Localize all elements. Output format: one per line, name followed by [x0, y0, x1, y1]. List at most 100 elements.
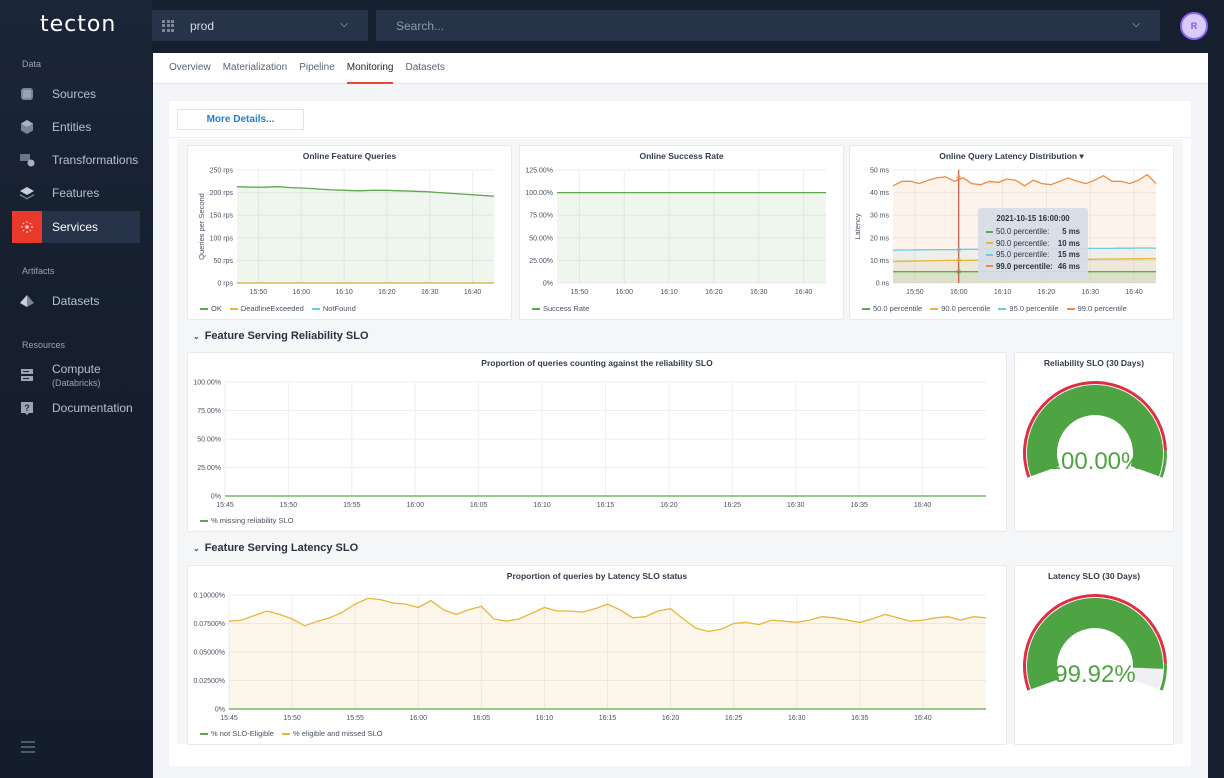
sidebar-item-features[interactable]: Features: [12, 177, 140, 209]
tooltip-row: 90.0 percentile: 10 ms: [986, 239, 1080, 248]
y-tick-label: 75.00%: [197, 408, 221, 415]
y-tick-label: 100 rps: [210, 235, 234, 242]
layers-icon: [12, 177, 42, 209]
y-tick-label: 150 rps: [210, 213, 234, 220]
more-details-button[interactable]: More Details...: [177, 109, 304, 130]
x-tick-label: 16:20: [705, 289, 723, 296]
sidebar-item-entities[interactable]: Entities: [12, 111, 140, 143]
x-tick-label: 16:10: [335, 289, 353, 296]
series-area: [229, 598, 986, 709]
chart-online-feature-queries[interactable]: 0 rps 50 rps 100 rps 150 rps 200 rps 250 rps 1…: [188, 146, 513, 321]
database-icon: [12, 78, 42, 110]
tab-pipeline[interactable]: Pipeline: [299, 53, 335, 84]
x-tick-label: 16:30: [750, 289, 768, 296]
x-tick-label: 15:50: [571, 289, 589, 296]
tab-monitoring[interactable]: Monitoring: [346, 53, 394, 84]
legend-item[interactable]: NotFound: [311, 304, 356, 313]
legend-item[interactable]: % eligible and missed SLO: [281, 729, 383, 738]
x-tick-label: 16:25: [724, 502, 742, 509]
legend-swatch: [229, 307, 238, 310]
sidebar-item-sources[interactable]: Sources: [12, 78, 140, 110]
chart-legend: Success Rate: [532, 304, 589, 313]
legend-label: OK: [211, 304, 222, 313]
legend-item[interactable]: % not SLO-Eligible: [200, 729, 274, 738]
legend-label: NotFound: [322, 304, 356, 313]
environment-name: prod: [190, 18, 215, 33]
chart-online-success-rate[interactable]: 0% 25.00% 50.00% 75.00% 100.00% 125.00% 15:50 1…: [520, 146, 845, 321]
chart-tooltip: 2021-10-15 16:00:00 50.0 percentile: 5 ms…: [978, 208, 1088, 279]
tab-materialization[interactable]: Materialization: [223, 53, 287, 84]
sidebar-item-label: Transformations: [52, 153, 139, 167]
chart-latency-slo-proportion[interactable]: 0% 0.02500% 0.05000% 0.07500% 0.10000% 15:45 1…: [188, 566, 1008, 746]
legend-item[interactable]: 90.0 percentile: [930, 304, 990, 313]
x-tick-label: 15:50: [283, 715, 301, 722]
row-header-latency-slo[interactable]: ⌄ Feature Serving Latency SLO: [193, 542, 358, 554]
x-tick-label: 16:40: [464, 289, 482, 296]
user-avatar[interactable]: R: [1180, 12, 1208, 40]
sidebar-item-datasets[interactable]: Datasets: [12, 285, 140, 317]
chevron-down-icon[interactable]: ⌵: [1132, 19, 1140, 30]
tab-datasets[interactable]: Datasets: [405, 53, 444, 84]
legend-label: 50.0 percentile: [873, 304, 923, 313]
legend-item[interactable]: 50.0 percentile: [862, 304, 922, 313]
legend-item[interactable]: % missing reliability SLO: [200, 516, 294, 525]
x-tick-label: 15:50: [906, 289, 924, 296]
search-input[interactable]: Search... ⌵: [376, 10, 1160, 41]
panel-online-feature-queries: Online Feature Queries 0 rps 50 rps 100 rp…: [187, 145, 512, 320]
y-tick-label: 10 ms: [870, 258, 890, 265]
x-tick-label: 16:10: [533, 502, 551, 509]
section-label-resources: Resources: [22, 340, 66, 350]
chevron-down-icon: ⌄: [193, 332, 200, 341]
y-tick-label: 0%: [543, 281, 553, 288]
legend-item[interactable]: 99.0 percentile: [1066, 304, 1127, 313]
tab-overview[interactable]: Overview: [169, 53, 211, 84]
dashboard: More Details... Online Feature Queries 0…: [169, 101, 1191, 766]
y-tick-label: 125.00%: [525, 168, 553, 175]
x-tick-label: 16:20: [1038, 289, 1056, 296]
y-axis-label: Queries per Second: [197, 193, 206, 260]
sidebar-item-label: Documentation: [52, 401, 133, 415]
legend-item[interactable]: Success Rate: [532, 304, 589, 313]
legend-swatch: [200, 732, 208, 735]
legend-item[interactable]: 95.0 percentile: [998, 304, 1059, 313]
y-tick-label: 100.00%: [525, 190, 553, 197]
sidebar: tecton Data Sources Entities Transformat…: [0, 0, 152, 778]
y-tick-label: 0 ns: [876, 281, 890, 288]
chart-reliability-slo-proportion[interactable]: 0% 25.00% 50.00% 75.00% 100.00% 15:45 15:50 15:…: [188, 353, 1008, 533]
chart-legend: OK DeadlineExceeded NotFound: [200, 304, 356, 313]
tab-bar: Overview Materialization Pipeline Monito…: [153, 53, 1208, 84]
sidebar-item-label: Compute: [52, 362, 101, 376]
y-tick-label: 0.10000%: [193, 593, 225, 600]
x-tick-label: 16:40: [1125, 289, 1143, 296]
legend-label: 99.0 percentile: [1077, 304, 1127, 313]
menu-icon[interactable]: [21, 741, 35, 756]
y-tick-label: 50 rps: [214, 258, 234, 265]
sidebar-item-transformations[interactable]: Transformations: [12, 144, 140, 176]
gauge-value-text: 99.92%: [1054, 661, 1135, 688]
transform-icon: [12, 144, 42, 176]
y-tick-label: 0.02500%: [193, 678, 225, 685]
x-tick-label: 16:20: [378, 289, 396, 296]
legend-label: % missing reliability SLO: [211, 516, 294, 525]
x-tick-label: 16:10: [994, 289, 1012, 296]
sidebar-item-sublabel: (Databricks): [52, 378, 101, 388]
x-tick-label: 16:00: [615, 289, 633, 296]
environment-selector[interactable]: prod ⌵: [152, 10, 368, 41]
crosshair-point: [956, 247, 962, 253]
legend-item[interactable]: OK: [200, 304, 222, 313]
row-header-reliability-slo[interactable]: ⌄ Feature Serving Reliability SLO: [193, 330, 369, 342]
tecton-logo[interactable]: tecton: [40, 12, 116, 37]
sidebar-item-documentation[interactable]: ? Documentation: [12, 392, 140, 424]
y-tick-label: 40 ms: [870, 190, 890, 197]
sidebar-item-label: Sources: [52, 87, 97, 101]
legend-item[interactable]: DeadlineExceeded: [229, 304, 304, 313]
x-tick-label: 15:50: [250, 289, 268, 296]
chevron-down-icon: ⌵: [340, 19, 348, 30]
sidebar-item-services[interactable]: Services: [12, 211, 140, 243]
y-tick-label: 100.00%: [193, 380, 221, 387]
sidebar-item-compute[interactable]: Compute (Databricks): [12, 358, 140, 392]
y-tick-label: 0%: [211, 494, 221, 501]
panel-reliability-slo-proportion: Proportion of queries counting against t…: [187, 352, 1007, 532]
x-tick-label: 15:50: [280, 502, 298, 509]
x-tick-label: 16:05: [473, 715, 491, 722]
